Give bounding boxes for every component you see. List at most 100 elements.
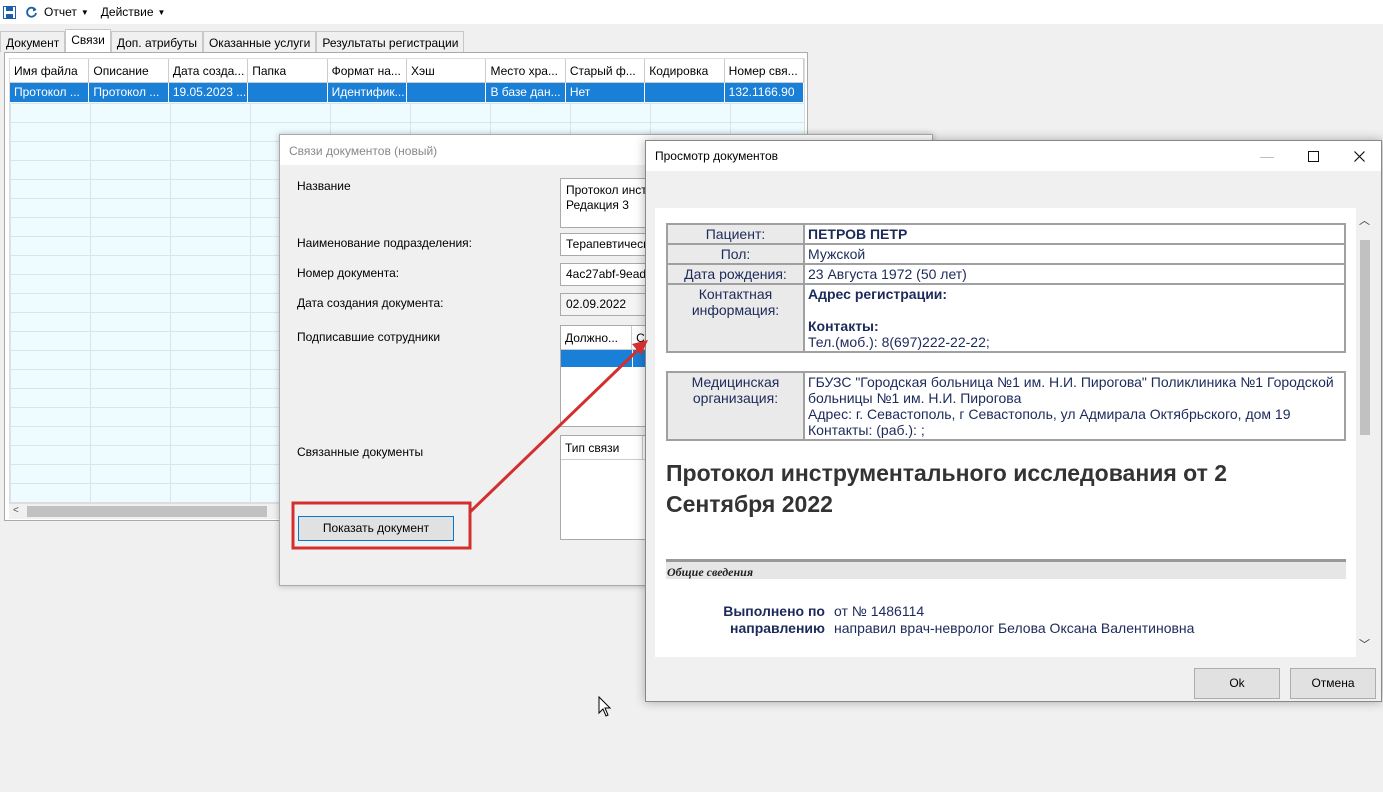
column-header[interactable]: Описание bbox=[89, 59, 169, 82]
menu-action-label: Действие bbox=[100, 5, 154, 19]
column-header[interactable]: Номер свя... bbox=[725, 59, 804, 82]
table-cell: 132.1166.90 bbox=[725, 83, 804, 102]
column-header[interactable]: Формат на... bbox=[328, 59, 408, 82]
ok-button[interactable]: Ok bbox=[1194, 668, 1280, 699]
column-header[interactable]: Место хра... bbox=[486, 59, 566, 82]
table-cell: 19.05.2023 ... bbox=[169, 83, 249, 102]
related-documents-grid[interactable]: Тип связи bbox=[560, 435, 650, 540]
department-field[interactable]: Терапевтическ bbox=[560, 233, 650, 256]
name-label: Название bbox=[297, 179, 351, 193]
section-header: Общие сведения bbox=[666, 559, 1346, 579]
table-cell: Протокол ... bbox=[89, 83, 169, 102]
chevron-up-icon[interactable]: ︿ bbox=[1359, 212, 1370, 228]
table-row: Медицинская организация: ГБУЗС "Городска… bbox=[666, 371, 1346, 441]
tab-registration-results[interactable]: Результаты регистрации bbox=[316, 31, 465, 52]
chevron-down-icon[interactable]: ﹀ bbox=[1359, 636, 1370, 652]
signers-grid-header: Должно... С bbox=[561, 326, 650, 350]
minimize-icon[interactable]: — bbox=[1244, 141, 1290, 171]
contact-label: Контактная информация: bbox=[666, 283, 805, 353]
chevron-down-icon: ▼ bbox=[80, 7, 89, 17]
tab-bar: Документ Связи Доп. атрибуты Оказанные у… bbox=[0, 29, 465, 52]
column-header[interactable]: Дата созда... bbox=[169, 59, 249, 82]
menu-action[interactable]: Действие ▼ bbox=[101, 5, 166, 19]
column-header[interactable]: Должно... bbox=[561, 326, 633, 349]
table-cell: В базе дан... bbox=[486, 83, 566, 102]
maximize-icon[interactable] bbox=[1290, 141, 1336, 171]
name-field[interactable]: Протокол инст Редакция 3 bbox=[560, 178, 650, 228]
created-date-field[interactable]: 02.09.2022 bbox=[560, 293, 650, 316]
related-grid-header: Тип связи bbox=[561, 436, 650, 460]
refresh-icon[interactable] bbox=[24, 5, 38, 19]
table-row: Дата рождения: 23 Августа 1972 (50 лет) bbox=[666, 263, 1346, 285]
performed-value: от № 1486114 направил врач-невролог Бело… bbox=[834, 603, 1194, 637]
organization-name: ГБУЗС "Городская больница №1 им. Н.И. Пи… bbox=[808, 374, 1334, 406]
created-date-label: Дата создания документа: bbox=[297, 296, 444, 310]
table-row[interactable]: Протокол ... Протокол ... 19.05.2023 ...… bbox=[10, 83, 804, 102]
toolbar: Отчет ▼ Действие ▼ bbox=[0, 0, 1383, 24]
organization-table: Медицинская организация: ГБУЗС "Городска… bbox=[666, 371, 1346, 441]
column-header[interactable]: Старый ф... bbox=[566, 59, 646, 82]
save-icon[interactable] bbox=[2, 5, 16, 19]
table-cell bbox=[248, 83, 328, 102]
cancel-button[interactable]: Отмена bbox=[1290, 668, 1376, 699]
related-documents-label: Связанные документы bbox=[297, 445, 424, 459]
chevron-down-icon: ▼ bbox=[157, 7, 166, 17]
document-title: Протокол инструментального исследования … bbox=[666, 460, 1228, 517]
name-line-2: Редакция 3 bbox=[566, 198, 629, 212]
department-label: Наименование подразделения: bbox=[297, 236, 472, 250]
dob-label: Дата рождения: bbox=[666, 263, 805, 285]
vertical-scrollbar[interactable]: ︿ ﹀ bbox=[1356, 208, 1373, 657]
performed-line-1: от № 1486114 bbox=[834, 603, 925, 619]
patient-info-table: Пациент: ПЕТРОВ ПЕТР Пол: Мужской Дата р… bbox=[666, 223, 1346, 353]
table-cell: Нет bbox=[566, 83, 646, 102]
show-document-button[interactable]: Показать документ bbox=[298, 516, 454, 541]
performed-label: Выполнено по направлению bbox=[723, 603, 825, 636]
scrollbar-thumb[interactable] bbox=[27, 506, 267, 517]
tab-document[interactable]: Документ bbox=[0, 31, 66, 52]
sex-label: Пол: bbox=[666, 243, 805, 265]
scrollbar-thumb[interactable] bbox=[1360, 240, 1370, 435]
table-cell bbox=[407, 83, 487, 102]
menu-report-label: Отчет bbox=[44, 5, 77, 19]
close-icon[interactable] bbox=[1336, 141, 1382, 171]
grid-header: Имя файла Описание Дата созда... Папка Ф… bbox=[10, 59, 804, 83]
patient-label: Пациент: bbox=[666, 223, 805, 245]
table-cell: Идентифик... bbox=[328, 83, 408, 102]
contact-value: Адрес регистрации: Контакты: Тел.(моб.):… bbox=[803, 283, 1346, 353]
menu-report[interactable]: Отчет ▼ bbox=[44, 5, 89, 19]
dob-value: 23 Августа 1972 (50 лет) bbox=[803, 263, 1346, 285]
table-row: Контактная информация: Адрес регистрации… bbox=[666, 283, 1346, 353]
document-viewer[interactable]: Пациент: ПЕТРОВ ПЕТР Пол: Мужской Дата р… bbox=[655, 208, 1356, 657]
address-heading: Адрес регистрации: bbox=[808, 286, 948, 302]
table-cell: Протокол ... bbox=[10, 83, 90, 102]
column-header[interactable]: Кодировка bbox=[645, 59, 725, 82]
table-cell bbox=[645, 83, 725, 102]
name-line-1: Протокол инст bbox=[566, 183, 647, 197]
column-header[interactable]: Имя файла bbox=[10, 59, 90, 82]
column-header[interactable]: Хэш bbox=[407, 59, 487, 82]
signers-grid[interactable]: Должно... С bbox=[560, 325, 650, 427]
signers-label: Подписавшие сотрудники bbox=[297, 330, 441, 344]
table-row[interactable] bbox=[561, 350, 650, 367]
performed-line-2: направил врач-невролог Белова Оксана Вал… bbox=[834, 620, 1195, 636]
table-cell bbox=[561, 350, 633, 367]
contacts-heading: Контакты: bbox=[808, 318, 879, 334]
document-number-label: Номер документа: bbox=[297, 266, 400, 280]
patient-value: ПЕТРОВ ПЕТР bbox=[803, 223, 1346, 245]
tab-extra-attributes[interactable]: Доп. атрибуты bbox=[110, 31, 203, 52]
scroll-left-icon[interactable]: < bbox=[13, 505, 19, 516]
organization-label: Медицинская организация: bbox=[666, 371, 805, 441]
organization-address: Адрес: г. Севастополь, г Севастополь, ул… bbox=[808, 406, 1291, 422]
document-viewer-dialog: Просмотр документов — Пациент: ПЕТРОВ ПЕ… bbox=[645, 140, 1382, 702]
sex-value: Мужской bbox=[803, 243, 1346, 265]
table-row: Пол: Мужской bbox=[666, 243, 1346, 265]
tab-links[interactable]: Связи bbox=[65, 29, 111, 52]
column-header[interactable]: Папка bbox=[248, 59, 328, 82]
table-row: Пациент: ПЕТРОВ ПЕТР bbox=[666, 223, 1346, 245]
tab-services[interactable]: Оказанные услуги bbox=[202, 31, 317, 52]
organization-value: ГБУЗС "Городская больница №1 им. Н.И. Пи… bbox=[803, 371, 1346, 441]
document-number-field[interactable]: 4ac27abf-9ead- bbox=[560, 263, 650, 286]
organization-contacts: Контакты: (раб.): ; bbox=[808, 422, 925, 438]
column-header[interactable]: Тип связи bbox=[561, 436, 643, 459]
